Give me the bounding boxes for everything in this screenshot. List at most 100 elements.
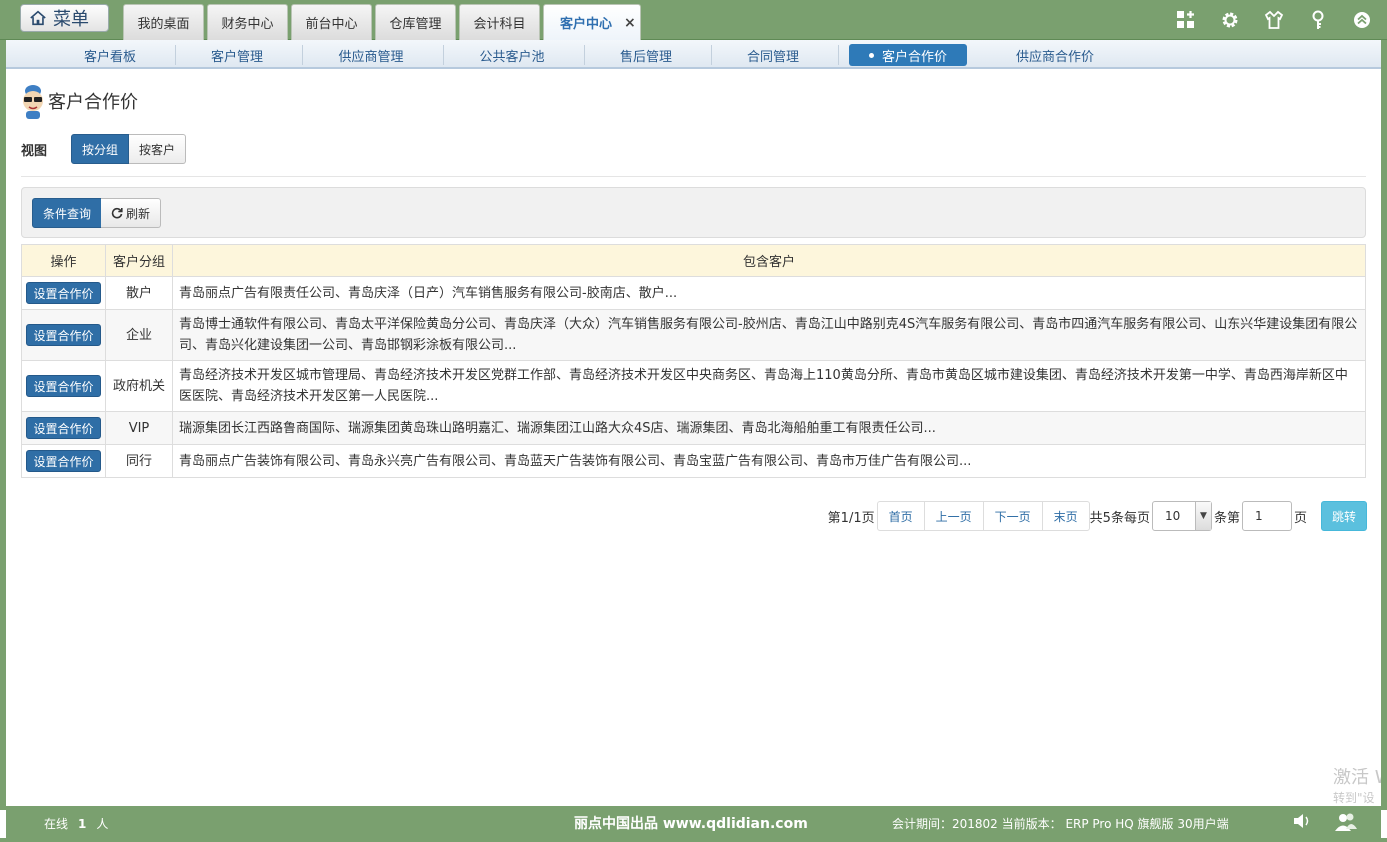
group-cell: 散户 — [105, 276, 173, 310]
shirt-icon[interactable] — [1263, 9, 1285, 31]
customers-cell: 青岛博士通软件有限公司、青岛太平洋保险黄岛分公司、青岛庆泽（大众）汽车销售服务有… — [172, 309, 1366, 361]
jump-button[interactable]: 跳转 — [1320, 501, 1367, 531]
subnav-label: 售后管理 — [619, 49, 672, 65]
mascot-icon — [23, 85, 43, 119]
subnav-divider — [302, 45, 303, 65]
refresh-icon — [111, 207, 123, 219]
group-cell: 政府机关 — [105, 360, 173, 412]
subnav-divider — [175, 45, 176, 65]
total-text: 共5条每页 — [1089, 510, 1150, 526]
page-number-input[interactable]: 1 — [1241, 501, 1292, 531]
top-icon-group — [1175, 9, 1373, 31]
activation-watermark: 激活 W 转到"设 — [1333, 768, 1381, 808]
speaker-icon[interactable] — [1292, 812, 1312, 833]
group-cell: 同行 — [105, 444, 173, 478]
unit-text: 条第 — [1213, 510, 1240, 526]
footer-version-info: 会计期间：201802 当前版本： ERP Pro HQ 旗舰版 30用户端 — [892, 817, 1229, 831]
users-icon[interactable] — [1334, 812, 1358, 835]
subnav-label: 客户管理 — [210, 49, 263, 65]
subnav-label: 公共客户池 — [479, 49, 545, 65]
set-price-button[interactable]: 设置合作价 — [26, 449, 101, 472]
next-page-link[interactable]: 下一页 — [982, 501, 1043, 531]
prev-page-link[interactable]: 上一页 — [923, 501, 984, 531]
tab-my-desktop[interactable]: 我的桌面 — [123, 4, 204, 40]
grid-add-icon[interactable] — [1175, 9, 1197, 31]
subnav-after-sales[interactable]: 售后管理 — [590, 44, 702, 66]
tab-label: 前台中心 — [305, 17, 358, 32]
op-cell: 设置合作价 — [21, 276, 106, 310]
gear-icon[interactable] — [1219, 9, 1241, 31]
subnav-label: 合同管理 — [746, 49, 799, 65]
page-size-select[interactable]: 10 ▼ — [1151, 501, 1212, 531]
refresh-button[interactable]: 刷新 — [101, 198, 162, 228]
tab-label: 财务中心 — [221, 17, 274, 32]
op-cell: 设置合作价 — [21, 360, 106, 412]
subnav-contracts[interactable]: 合同管理 — [717, 44, 829, 66]
subnav-customer-price[interactable]: 客户合作价 — [849, 44, 967, 66]
view-switcher: 视图 按分组 按客户 — [21, 134, 187, 164]
customers-cell: 青岛丽点广告装饰有限公司、青岛永兴亮广告有限公司、青岛蓝天广告装饰有限公司、青岛… — [172, 444, 1366, 478]
set-price-button[interactable]: 设置合作价 — [26, 416, 101, 439]
online-prefix: 在线 — [44, 817, 69, 831]
pagination: 第1/1页 首页 上一页 下一页 末页 共5条每页 10 ▼ 条第 1 页 跳转 — [828, 501, 1367, 531]
tab-customer-center[interactable]: 客户中心 × — [543, 4, 641, 40]
divider — [21, 176, 1366, 177]
close-icon[interactable]: × — [624, 15, 636, 31]
watermark-line1: 激活 W — [1333, 768, 1381, 788]
refresh-label: 刷新 — [126, 206, 151, 221]
group-cell: 企业 — [105, 309, 173, 361]
op-cell: 设置合作价 — [21, 444, 106, 478]
tab-accounts[interactable]: 会计科目 — [459, 4, 540, 40]
collapse-up-icon[interactable] — [1351, 9, 1373, 31]
subnav-customer-management[interactable]: 客户管理 — [181, 44, 293, 66]
table-row: 设置合作价 散户 青岛丽点广告有限责任公司、青岛庆泽（日产）汽车销售服务有限公司… — [21, 276, 1366, 310]
customers-cell: 瑞源集团长江西路鲁商国际、瑞源集团黄岛珠山路明嘉汇、瑞源集团江山路大众4S店、瑞… — [172, 411, 1366, 445]
tab-label: 会计科目 — [473, 17, 526, 32]
customers-cell: 青岛丽点广告有限责任公司、青岛庆泽（日产）汽车销售服务有限公司-胶南店、散户..… — [172, 276, 1366, 310]
op-cell: 设置合作价 — [21, 309, 106, 361]
subnav-divider — [443, 45, 444, 65]
footer-brand: 丽点中国出品 www.qdlidian.com — [574, 816, 808, 832]
view-by-customer-button[interactable]: 按客户 — [129, 134, 187, 164]
page-suffix: 页 — [1293, 510, 1307, 526]
tab-label: 客户中心 — [560, 17, 613, 32]
key-icon[interactable] — [1307, 9, 1329, 31]
customers-cell: 青岛经济技术开发区城市管理局、青岛经济技术开发区党群工作部、青岛经济技术开发区中… — [172, 360, 1366, 412]
bottom-edge — [0, 838, 1387, 842]
watermark-line2: 转到"设 — [1333, 791, 1375, 805]
tab-front-desk[interactable]: 前台中心 — [291, 4, 372, 40]
table-row: 设置合作价 VIP 瑞源集团长江西路鲁商国际、瑞源集团黄岛珠山路明嘉汇、瑞源集团… — [21, 411, 1366, 445]
online-status: 在线 1 人 — [44, 815, 108, 832]
subnav-divider — [838, 45, 839, 65]
first-page-link[interactable]: 首页 — [876, 501, 925, 531]
tab-warehouse[interactable]: 仓库管理 — [375, 4, 456, 40]
table-row: 设置合作价 企业 青岛博士通软件有限公司、青岛太平洋保险黄岛分公司、青岛庆泽（大… — [21, 309, 1366, 361]
frame-right — [1381, 40, 1387, 810]
subnav-divider — [711, 45, 712, 65]
set-price-button[interactable]: 设置合作价 — [26, 281, 101, 304]
tab-finance[interactable]: 财务中心 — [207, 4, 288, 40]
subnav-customer-board[interactable]: 客户看板 — [54, 44, 166, 66]
subnav-label: 客户看板 — [83, 49, 136, 65]
group-cell: VIP — [105, 411, 173, 445]
subnav-public-pool[interactable]: 公共客户池 — [449, 44, 575, 66]
condition-query-button[interactable]: 条件查询 — [32, 198, 103, 228]
view-by-group-button[interactable]: 按分组 — [71, 134, 130, 164]
subnav-supplier-price[interactable]: 供应商合作价 — [996, 44, 1114, 66]
set-price-button[interactable]: 设置合作价 — [26, 323, 101, 346]
top-bar: 菜单 我的桌面 财务中心 前台中心 仓库管理 会计科目 客户中心 × — [0, 0, 1387, 40]
chevron-down-icon: ▼ — [1194, 502, 1211, 530]
home-icon — [30, 10, 46, 26]
tab-label: 仓库管理 — [389, 17, 442, 32]
view-label: 视图 — [21, 143, 48, 159]
set-price-button[interactable]: 设置合作价 — [26, 374, 101, 397]
last-page-link[interactable]: 末页 — [1041, 501, 1090, 531]
subnav-supplier-management[interactable]: 供应商管理 — [308, 44, 434, 66]
page-title: 客户合作价 — [48, 92, 138, 113]
subnav-label: 客户合作价 — [881, 49, 947, 65]
table-header-row: 操作 客户分组 包含客户 — [21, 244, 1366, 277]
sub-navigation: 客户看板 客户管理 供应商管理 公共客户池 售后管理 合同管理 客户合作价 供应… — [6, 40, 1381, 69]
subnav-label: 供应商合作价 — [1015, 49, 1094, 65]
footer-bar: 在线 1 人 丽点中国出品 www.qdlidian.com 会计期间：201802… — [6, 806, 1381, 838]
menu-button[interactable]: 菜单 — [20, 4, 109, 32]
